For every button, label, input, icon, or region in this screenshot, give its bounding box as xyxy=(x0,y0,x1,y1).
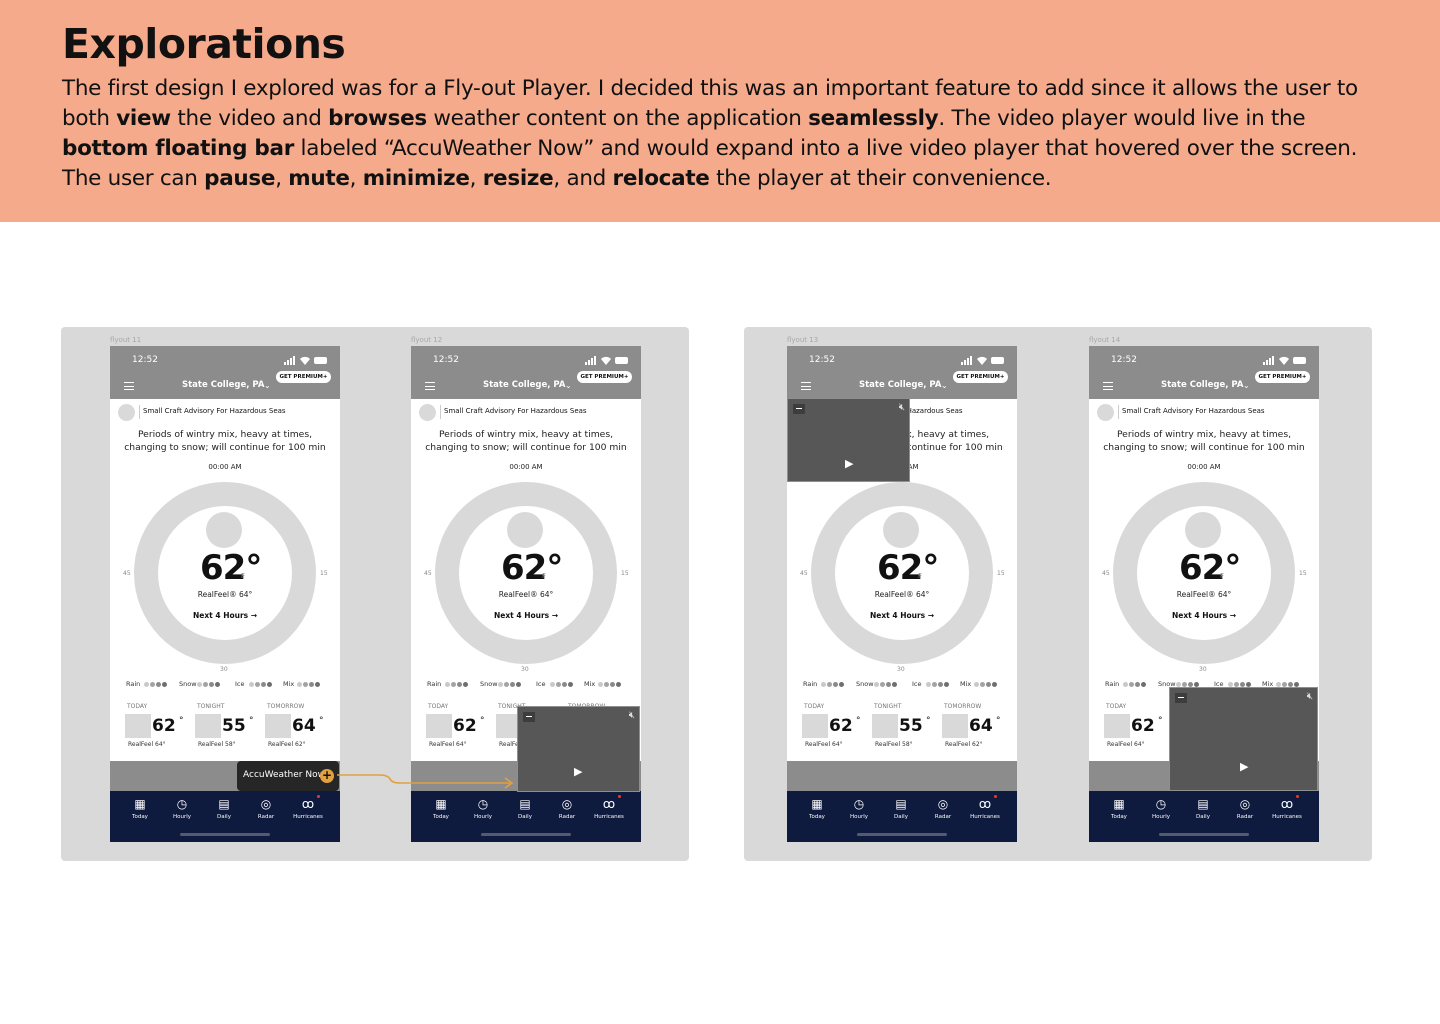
flyout-connector-arrow xyxy=(337,774,514,789)
